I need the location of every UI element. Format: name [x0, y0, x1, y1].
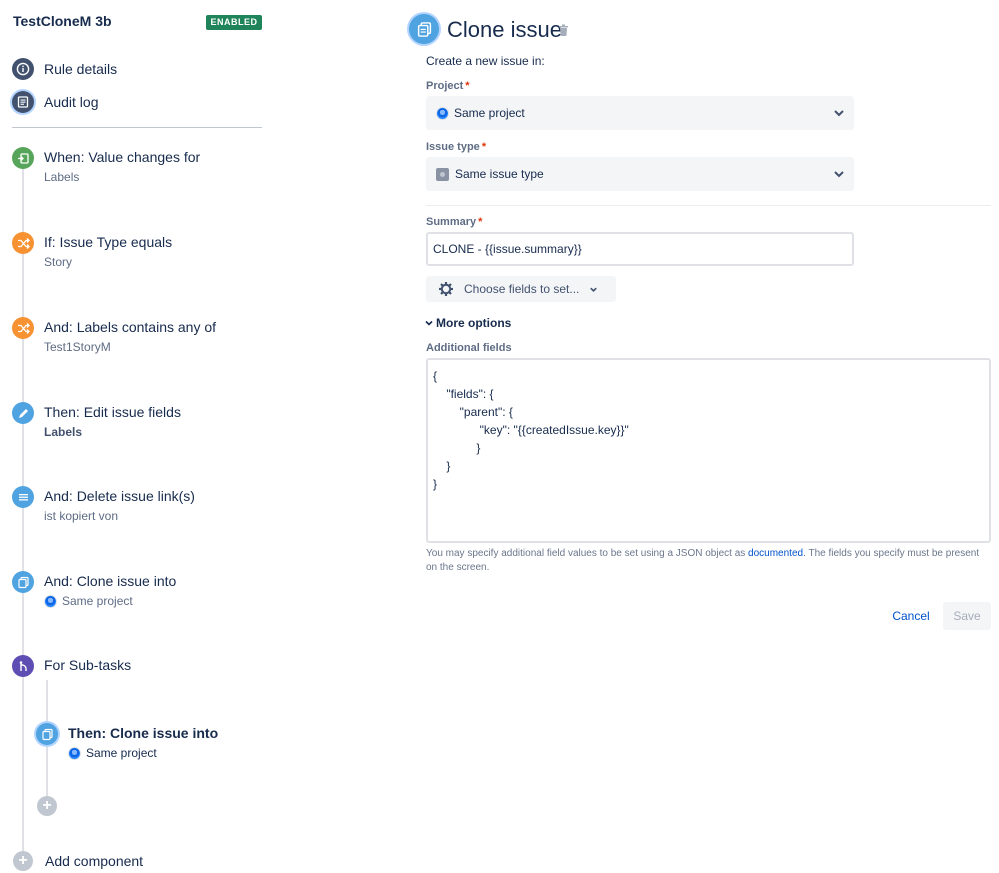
- project-avatar-icon: [436, 106, 449, 120]
- issue-type-select-value: Same issue type: [455, 167, 544, 181]
- cancel-button[interactable]: Cancel: [884, 603, 938, 629]
- nav-audit-log-label: Audit log: [44, 94, 99, 110]
- help-text: You may specify additional field values …: [426, 548, 980, 573]
- gear-icon: [439, 282, 453, 296]
- clone-icon: [12, 571, 34, 593]
- documented-link[interactable]: documented: [748, 548, 803, 559]
- status-badge[interactable]: ENABLED: [206, 15, 262, 30]
- summary-input[interactable]: [426, 232, 854, 266]
- component-subtitle: Story: [44, 255, 73, 269]
- nav-rule-details-label: Rule details: [44, 61, 118, 77]
- more-options-toggle[interactable]: More options: [425, 316, 511, 330]
- issue-type-select[interactable]: Same issue type: [426, 157, 854, 191]
- info-icon: [12, 58, 34, 80]
- chevron-down-icon: [425, 320, 433, 326]
- condition-icon: [12, 232, 34, 254]
- condition-icon: [12, 317, 34, 339]
- component-delete-link[interactable]: And: Delete issue link(s) ist kopiert vo…: [12, 486, 272, 528]
- nav-audit-log[interactable]: Audit log: [12, 90, 98, 114]
- issue-type-label: Issue type *: [426, 141, 487, 153]
- code-line: {: [433, 369, 438, 383]
- issue-type-icon: [436, 167, 449, 181]
- trigger-icon: [12, 147, 34, 169]
- component-subtitle: ist kopiert von: [44, 509, 119, 523]
- chevron-down-icon: [834, 171, 844, 178]
- component-title: If: Issue Type equals: [44, 234, 173, 250]
- add-branch-component-icon[interactable]: +: [37, 796, 57, 816]
- component-subtitle: Labels: [44, 170, 80, 184]
- choose-fields-button[interactable]: Choose fields to set...: [426, 276, 616, 302]
- component-branch-subtasks[interactable]: For Sub-tasks: [12, 655, 272, 679]
- project-select-value: Same project: [454, 106, 525, 120]
- add-component-label[interactable]: Add component: [45, 853, 143, 869]
- additional-fields-editor[interactable]: { "fields": { "parent": { "key": "{{crea…: [426, 358, 991, 543]
- chevron-down-icon: [834, 110, 844, 117]
- project-label: Project *: [426, 80, 470, 92]
- save-button[interactable]: Save: [943, 602, 991, 630]
- component-title: For Sub-tasks: [44, 657, 132, 673]
- component-edit-issue[interactable]: Then: Edit issue fields Labels: [12, 402, 272, 444]
- component-subtitle-row: Same project: [68, 746, 157, 760]
- add-component-icon[interactable]: +: [13, 851, 33, 871]
- clone-icon: [409, 14, 439, 44]
- code-line: "key": "{{createdIssue.key}}": [433, 423, 629, 437]
- component-title: And: Delete issue link(s): [44, 488, 195, 504]
- code-line: "parent": {: [433, 405, 513, 419]
- component-clone-issue-subtask[interactable]: Then: Clone issue into Same project: [36, 723, 266, 765]
- component-title: Then: Clone issue into: [68, 725, 219, 741]
- chevron-down-icon: [590, 287, 598, 292]
- pencil-icon: [12, 402, 34, 424]
- component-subtitle: Test1StoryM: [44, 340, 111, 354]
- more-options-label: More options: [436, 316, 512, 330]
- component-condition-issue-type[interactable]: If: Issue Type equals Story: [12, 232, 272, 274]
- component-subtitle-row: Same project: [44, 594, 133, 608]
- component-subtitle: Same project: [86, 746, 157, 760]
- list-icon: [12, 486, 34, 508]
- component-subtitle: Labels: [44, 425, 83, 439]
- project-select[interactable]: Same project: [426, 96, 854, 130]
- project-avatar-icon: [44, 594, 57, 608]
- form-intro: Create a new issue in:: [426, 54, 545, 68]
- component-title: Then: Edit issue fields: [44, 404, 181, 420]
- nav-rule-details[interactable]: Rule details: [12, 57, 117, 81]
- code-line: }: [433, 477, 438, 491]
- additional-fields-label: Additional fields: [426, 342, 512, 354]
- clone-icon: [36, 723, 58, 745]
- project-avatar-icon: [68, 746, 81, 760]
- nav-divider: [12, 127, 262, 128]
- code-line: }: [433, 441, 481, 455]
- trash-icon[interactable]: [558, 24, 569, 42]
- component-subtitle: Same project: [62, 594, 133, 608]
- form-title: Clone issue: [447, 17, 562, 42]
- section-divider: [426, 205, 991, 206]
- component-title: And: Labels contains any of: [44, 319, 217, 335]
- choose-fields-label: Choose fields to set...: [464, 282, 580, 296]
- summary-label: Summary *: [426, 216, 483, 228]
- branch-icon: [12, 655, 34, 677]
- component-trigger[interactable]: When: Value changes for Labels: [12, 147, 272, 189]
- component-condition-labels[interactable]: And: Labels contains any of Test1StoryM: [12, 317, 272, 359]
- rule-name: TestCloneM 3b: [13, 13, 112, 29]
- code-line: }: [433, 459, 451, 473]
- component-title: When: Value changes for: [44, 149, 201, 165]
- component-clone-issue[interactable]: And: Clone issue into Same project: [12, 571, 272, 613]
- component-title: And: Clone issue into: [44, 573, 177, 589]
- code-line: "fields": {: [433, 387, 494, 401]
- audit-log-icon: [12, 91, 34, 113]
